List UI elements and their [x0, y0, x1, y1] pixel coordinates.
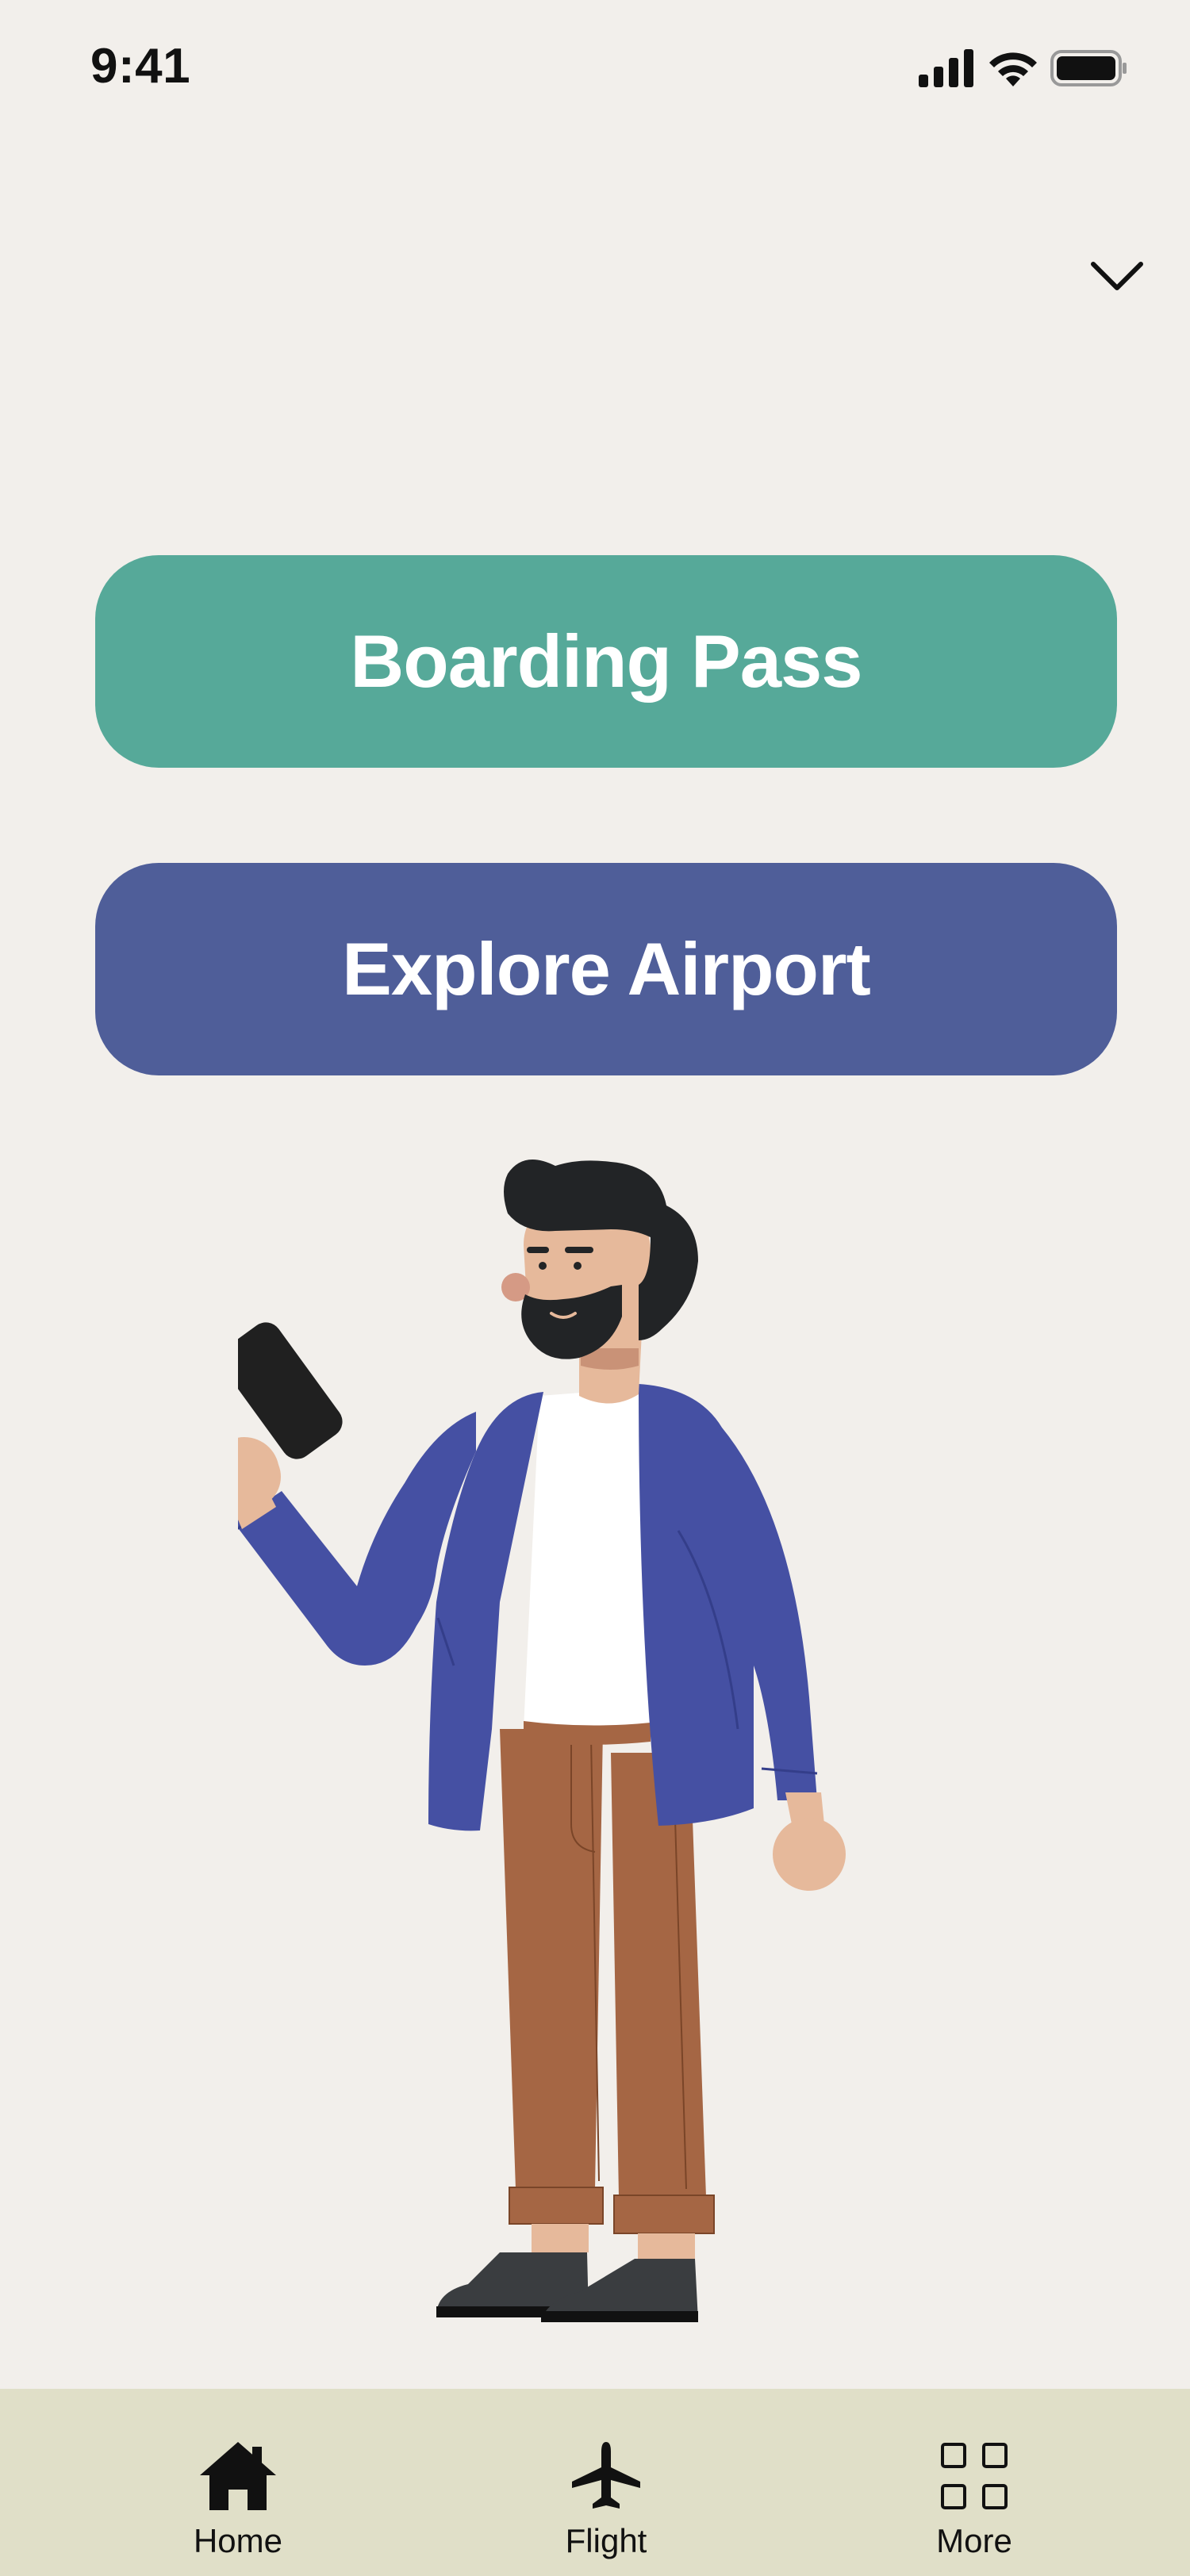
battery-icon — [1050, 49, 1128, 91]
tab-flight[interactable]: Flight — [487, 2389, 725, 2576]
tab-more[interactable]: More — [855, 2389, 1093, 2576]
explore-airport-button[interactable]: Explore Airport — [95, 863, 1117, 1075]
chevron-down-icon[interactable] — [1084, 252, 1150, 300]
tab-home-label: Home — [193, 2522, 283, 2559]
tab-more-label: More — [936, 2522, 1012, 2559]
home-icon — [198, 2436, 278, 2516]
wifi-icon — [987, 48, 1039, 92]
bottom-tab-bar: Home Flight More — [0, 2389, 1190, 2576]
status-icons — [919, 46, 1128, 94]
app-screen: 9:41 Boarding Pass Explore Airport Home … — [0, 0, 1190, 2576]
airplane-icon — [566, 2436, 646, 2516]
tab-flight-label: Flight — [565, 2522, 647, 2559]
boarding-pass-button[interactable]: Boarding Pass — [95, 555, 1117, 768]
traveler-illustration — [209, 1158, 952, 2332]
status-time: 9:41 — [90, 39, 191, 94]
tab-home[interactable]: Home — [119, 2389, 357, 2576]
cellular-signal-icon — [919, 48, 976, 91]
status-bar: 9:41 — [0, 0, 1190, 135]
grid-icon — [935, 2436, 1014, 2516]
